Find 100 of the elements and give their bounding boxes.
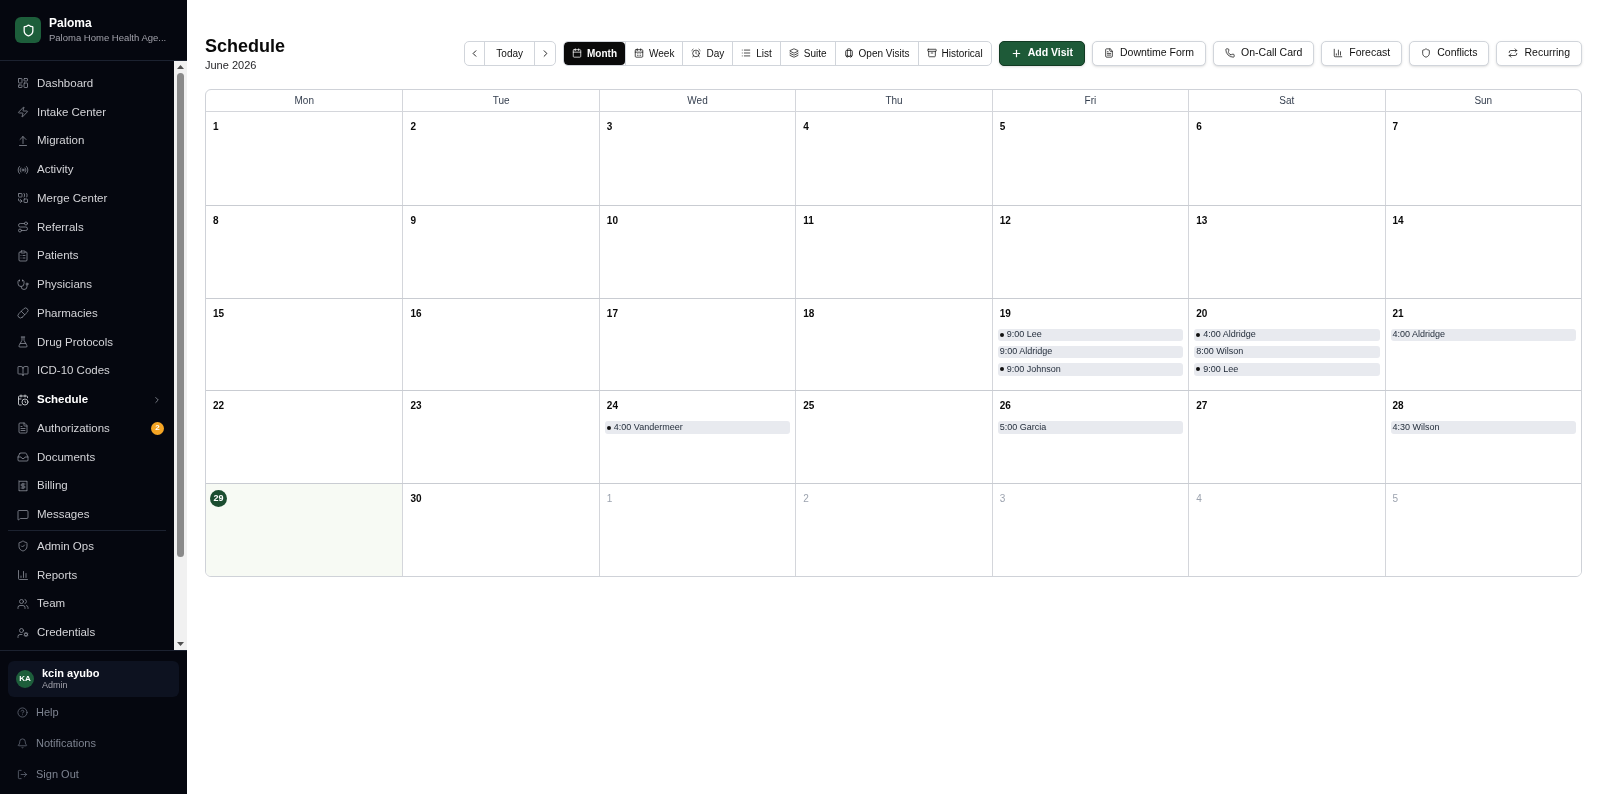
stethoscope-icon [17, 278, 29, 291]
view-tab[interactable]: Month [564, 41, 625, 65]
receipt-icon [17, 479, 29, 492]
nav-item[interactable]: Admin Ops [0, 532, 174, 561]
day-number: 30 [410, 493, 422, 506]
nav-item[interactable]: Pharmacies [0, 299, 174, 328]
nav-item[interactable]: Referrals [0, 212, 174, 242]
nav-item[interactable]: Billing [0, 471, 174, 501]
scrollbar-thumb[interactable] [177, 73, 184, 557]
event-chip[interactable]: 4:00 Aldridge [1390, 328, 1576, 342]
nav-item[interactable]: Team [0, 589, 174, 619]
day-number: 17 [606, 307, 618, 320]
day-number: 1 [606, 493, 613, 506]
scroll-down-icon[interactable] [177, 642, 184, 646]
event-chip[interactable]: 9:00 Aldridge [997, 345, 1184, 359]
luggage-icon [843, 48, 854, 58]
layers-icon [788, 48, 799, 58]
day-number: 4 [1196, 493, 1202, 506]
document-icon [17, 422, 29, 435]
help-link[interactable]: Help [8, 697, 179, 728]
action-button[interactable]: On-Call Card [1213, 40, 1315, 66]
action-button[interactable]: Forecast [1321, 40, 1403, 66]
action-button[interactable]: Add Visit [998, 40, 1085, 66]
day-number: 3 [606, 121, 613, 133]
nav-item[interactable]: Schedule [0, 385, 174, 414]
nav-item[interactable]: Merge Center [0, 184, 174, 213]
day-number: 21 [1392, 307, 1404, 320]
user-name: kcin ayubo [42, 667, 100, 680]
day-number: 19 [999, 307, 1011, 320]
shield-icon [1421, 48, 1432, 58]
event-chip[interactable]: 4:30 Wilson [1390, 421, 1576, 434]
flask-icon [17, 336, 29, 349]
nav-item[interactable]: Migration [0, 126, 174, 156]
users-icon [17, 597, 29, 610]
sign-out-link[interactable]: Sign Out [8, 759, 179, 790]
event-chip[interactable]: 9:00 Lee [1194, 363, 1380, 376]
calendar-icon [572, 48, 582, 58]
weekday-label: Thu [795, 90, 992, 111]
calendar-days-icon [634, 48, 644, 58]
view-tab[interactable]: Week [625, 41, 683, 65]
nav-item[interactable]: Messages [0, 500, 174, 529]
day-number: 11 [803, 214, 814, 227]
nav-item[interactable]: ICD-10 Codes [0, 356, 174, 386]
nav-item[interactable]: Authorizations 2 [0, 414, 174, 443]
nav-item[interactable]: Reports [0, 560, 174, 590]
notifications-link[interactable]: Notifications [8, 728, 179, 759]
day-number: 2 [410, 121, 416, 133]
event-chip[interactable]: 9:00 Lee [997, 328, 1184, 342]
user-role: Admin [42, 680, 69, 691]
view-tab[interactable]: List [732, 41, 780, 65]
action-button[interactable]: Downtime Form [1091, 40, 1207, 66]
day-number: 26 [999, 400, 1011, 413]
phone-icon [1225, 48, 1236, 58]
view-tab[interactable]: Day [682, 41, 733, 65]
document-icon [1103, 48, 1114, 58]
scroll-up-icon[interactable] [177, 65, 184, 69]
day-number: 22 [213, 400, 225, 413]
day-number: 1 [213, 121, 219, 133]
view-tab[interactable]: Open Visits [834, 41, 918, 65]
action-button[interactable]: Conflicts [1409, 40, 1490, 66]
day-number: 12 [999, 214, 1011, 227]
view-tab[interactable]: Suite [779, 41, 835, 65]
chevron-right-icon [152, 394, 162, 405]
nav-item[interactable]: Physicians [0, 270, 174, 299]
nav-item[interactable]: Documents [0, 442, 174, 472]
day-number: 7 [1392, 121, 1399, 133]
event-chip[interactable]: 5:00 Garcia [997, 421, 1184, 434]
archive-icon [926, 48, 937, 58]
event-chip[interactable]: 8:00 Wilson [1194, 345, 1380, 359]
nav-item[interactable]: Patients [0, 241, 174, 271]
day-number: 2 [803, 493, 809, 506]
view-tab[interactable]: Historical [917, 41, 991, 65]
scrollbar[interactable] [174, 61, 187, 650]
day-number: 5 [1392, 493, 1399, 506]
day-number: 9 [410, 214, 416, 227]
plus-icon [1010, 47, 1022, 59]
bullet-icon [999, 367, 1004, 372]
weekday-label: Wed [598, 90, 796, 111]
day-number: 13 [1196, 214, 1208, 227]
nav-item[interactable]: Credentials [0, 618, 174, 647]
bell-icon [17, 738, 28, 749]
nav-item[interactable]: Activity [0, 155, 174, 184]
logo-icon [15, 17, 41, 43]
action-button[interactable]: Recurring [1496, 40, 1582, 66]
weekday-label: Sun [1384, 90, 1581, 111]
nav-item[interactable]: Drug Protocols [0, 327, 174, 357]
bullet-icon [1196, 332, 1201, 337]
bullet-icon [999, 332, 1004, 337]
nav-item[interactable]: Dashboard [0, 69, 174, 98]
nav-item[interactable]: Intake Center [0, 97, 174, 127]
user-card[interactable]: KA kcin ayubo Admin [8, 661, 179, 697]
event-chip[interactable]: 4:00 Aldridge [1194, 328, 1380, 342]
event-chip[interactable]: 4:00 Vandermeer [604, 421, 791, 434]
repeat-icon [1508, 48, 1519, 58]
event-chip[interactable]: 9:00 Johnson [997, 363, 1184, 376]
day-number: 14 [1392, 214, 1404, 227]
day-number: 18 [803, 307, 815, 320]
day-number: 29 [210, 490, 227, 508]
day-number: 24 [606, 400, 618, 413]
day-number: 25 [803, 400, 815, 413]
